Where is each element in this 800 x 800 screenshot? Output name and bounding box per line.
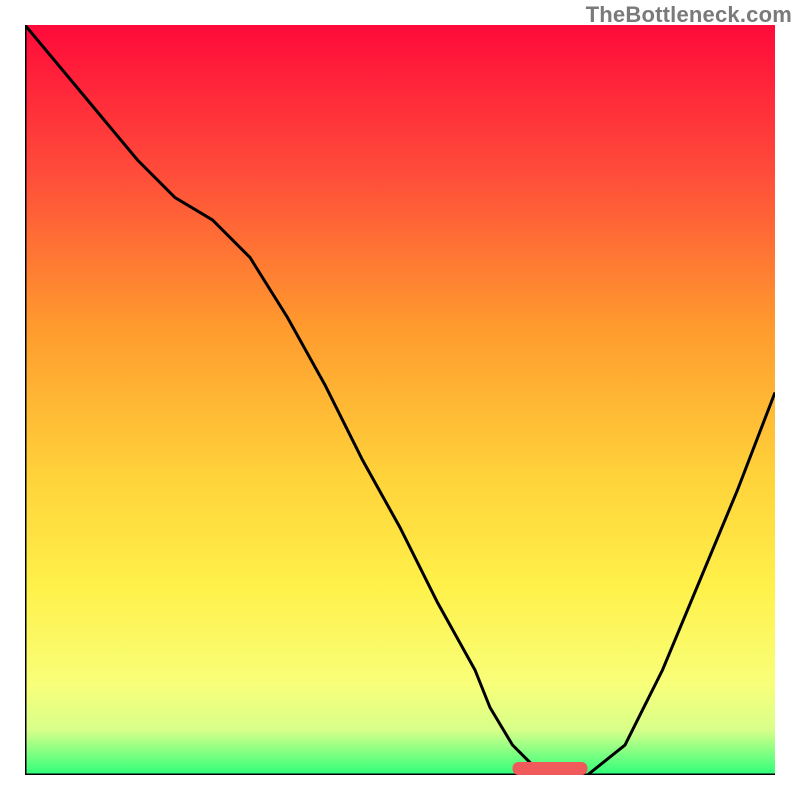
bottleneck-chart: TheBottleneck.com <box>0 0 800 800</box>
gradient-background <box>25 25 775 775</box>
plot-area <box>25 25 775 775</box>
